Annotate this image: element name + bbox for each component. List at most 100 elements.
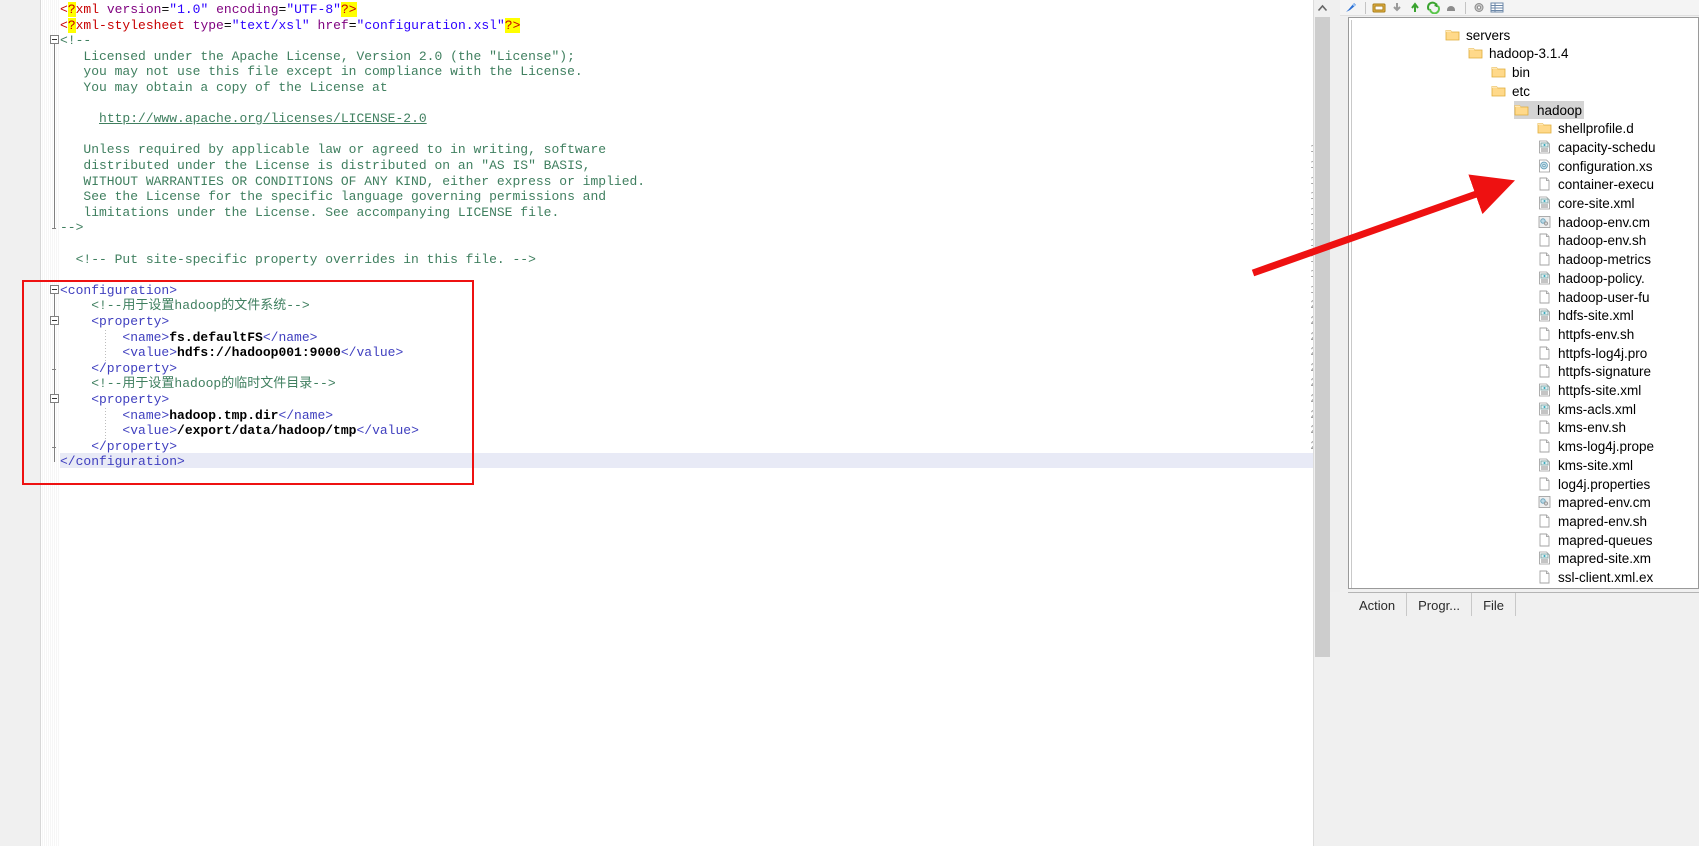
tab-strip[interactable]: Action Progr... File (1348, 592, 1699, 617)
code-token: WITHOUT WARRANTIES OR CONDITIONS OF ANY … (60, 173, 646, 189)
tree-file-item[interactable]: kms-acls.xml (1537, 400, 1636, 419)
tree-item-label: hadoop-3.1.4 (1489, 46, 1569, 62)
connect-icon[interactable] (1344, 1, 1359, 15)
editor-vertical-scrollbar[interactable] (1313, 0, 1331, 846)
tree-file-item[interactable]: hadoop-metrics (1537, 250, 1651, 269)
code-token: ?> (504, 17, 521, 33)
code-token: limitations under the License. See accom… (60, 204, 560, 220)
fold-toggle-icon[interactable] (50, 316, 59, 325)
toolbar-separator (1465, 1, 1466, 14)
tree-file-item[interactable]: container-execu (1537, 176, 1654, 195)
code-token: You may obtain a copy of the License at (60, 80, 388, 95)
bottom-tab-panel: Action Progr... File (1348, 592, 1699, 846)
refresh-icon[interactable] (1426, 1, 1441, 15)
code-line[interactable]: See the License for the specific languag… (60, 189, 606, 205)
code-token: </value> (340, 345, 404, 361)
tab-action[interactable]: Action (1348, 593, 1408, 617)
xml-file-icon (1537, 551, 1552, 566)
tree-file-item[interactable]: capacity-schedu (1537, 138, 1656, 157)
tree-file-item[interactable]: hadoop-env.cm (1537, 213, 1650, 232)
code-line[interactable]: <name>fs.defaultFS</name> (60, 330, 317, 346)
scrollbar-thumb[interactable] (1315, 17, 1330, 657)
code-line[interactable]: <value>/export/data/hadoop/tmp</value> (60, 423, 418, 439)
plain-file-icon (1537, 327, 1552, 342)
code-line[interactable]: <value>hdfs://hadoop001:9000</value> (60, 345, 403, 361)
tree-file-item[interactable]: mapred-site.xm (1537, 550, 1651, 569)
plain-file-icon (1537, 346, 1552, 361)
code-line[interactable]: distributed under the License is distrib… (60, 158, 590, 174)
file-tree[interactable]: servers hadoop-3.1.4 bin etc hadoop shellprof… (1351, 20, 1698, 588)
code-line[interactable]: <!--用于设置hadoop的文件系统--> (60, 298, 309, 314)
code-line[interactable]: </property> (60, 439, 177, 455)
code-line[interactable]: <!-- (60, 33, 91, 49)
tree-item-label: httpfs-signature (1558, 364, 1652, 380)
code-line[interactable]: <!-- Put site-specific property override… (60, 252, 536, 268)
code-line[interactable]: Unless required by applicable law or agr… (60, 142, 606, 158)
transfer-icon[interactable] (1372, 1, 1387, 15)
tree-folder-item[interactable]: shellprofile.d (1537, 120, 1634, 139)
fold-range-line (54, 403, 55, 447)
upload-icon[interactable] (1408, 1, 1423, 15)
code-line[interactable]: http://www.apache.org/licenses/LICENSE-2… (60, 111, 427, 127)
code-line[interactable]: You may obtain a copy of the License at (60, 80, 388, 96)
tree-item-label: hadoop-env.sh (1558, 233, 1647, 249)
scroll-up-arrow-icon[interactable] (1314, 0, 1331, 17)
list-view-icon[interactable] (1490, 1, 1505, 15)
tree-file-item[interactable]: kms-env.sh (1537, 419, 1626, 438)
tree-folder-item[interactable]: servers (1445, 26, 1510, 45)
tree-file-item[interactable]: hadoop-env.sh (1537, 232, 1646, 251)
fold-toggle-icon[interactable] (50, 284, 59, 294)
tree-folder-item[interactable]: hadoop (1514, 100, 1585, 120)
tab-file[interactable]: File (1472, 593, 1517, 617)
code-line[interactable]: <!--用于设置hadoop的临时文件目录--> (60, 376, 335, 392)
tree-folder-item[interactable]: hadoop-3.1.4 (1468, 45, 1569, 64)
code-line[interactable]: <?xml version="1.0" encoding="UTF-8"?> (60, 2, 357, 18)
explorer-toolbar[interactable] (1340, 0, 1699, 16)
tree-file-item[interactable]: mapred-env.cm (1537, 494, 1651, 513)
code-line[interactable]: <?xml-stylesheet type="text/xsl" href="c… (60, 17, 521, 34)
tree-item-label: ssl-client.xml.ex (1558, 570, 1654, 586)
tree-file-item[interactable]: ssl-client.xml.ex (1537, 568, 1653, 587)
fold-toggle-icon[interactable] (50, 35, 59, 45)
tree-file-item[interactable]: log4j.properties (1537, 475, 1650, 494)
download-icon[interactable] (1390, 1, 1405, 15)
code-line[interactable]: limitations under the License. See accom… (60, 205, 559, 221)
tree-folder-item[interactable]: bin (1491, 63, 1530, 82)
tree-file-item[interactable]: kms-site.xml (1537, 456, 1633, 475)
tree-item-label: kms-site.xml (1558, 457, 1633, 473)
tree-file-item[interactable]: kms-log4j.prope (1537, 437, 1654, 456)
tree-file-item[interactable]: mapred-queues (1537, 531, 1653, 550)
code-folding-column[interactable] (41, 0, 60, 846)
code-line[interactable]: you may not use this file except in comp… (60, 64, 582, 80)
tree-file-item[interactable]: httpfs-env.sh (1537, 325, 1634, 344)
tree-file-item[interactable]: core-site.xml (1537, 194, 1635, 213)
code-line[interactable]: Licensed under the Apache License, Versi… (60, 49, 575, 65)
tree-file-item[interactable]: hadoop-policy. (1537, 269, 1645, 288)
tab-progr[interactable]: Progr... (1407, 593, 1473, 617)
line-number-gutter (0, 0, 41, 846)
tree-file-item[interactable]: hdfs-site.xml (1537, 307, 1634, 326)
tree-file-item[interactable]: hadoop-user-fu (1537, 288, 1650, 307)
code-line[interactable]: <configuration> (60, 283, 177, 299)
fold-toggle-icon[interactable] (50, 394, 59, 403)
code-line[interactable]: </configuration> (60, 454, 185, 470)
tree-file-item[interactable]: httpfs-site.xml (1537, 381, 1641, 400)
tree-file-item[interactable]: mapred-env.sh (1537, 512, 1647, 531)
plain-file-icon (1537, 290, 1552, 305)
code-line[interactable]: WITHOUT WARRANTIES OR CONDITIONS OF ANY … (60, 174, 645, 190)
tree-file-item[interactable]: httpfs-log4j.pro (1537, 344, 1647, 363)
tree-file-item[interactable]: configuration.xs (1537, 157, 1653, 176)
tree-folder-item[interactable]: etc (1491, 82, 1530, 101)
stop-icon[interactable] (1444, 1, 1459, 15)
code-line[interactable]: </property> (60, 361, 177, 377)
tree-file-item[interactable]: httpfs-signature (1537, 363, 1651, 382)
code-token: <value> (60, 423, 178, 439)
code-editor[interactable]: 1234567891011121314151617181920212223242… (0, 0, 1330, 846)
settings-icon[interactable] (1472, 1, 1487, 15)
code-line[interactable]: <property> (60, 314, 169, 330)
code-line[interactable]: <property> (60, 392, 169, 408)
xml-file-icon (1537, 196, 1552, 211)
code-line[interactable]: <name>hadoop.tmp.dir</name> (60, 408, 333, 424)
plain-file-icon (1537, 514, 1552, 529)
code-line[interactable]: --> (60, 220, 83, 236)
